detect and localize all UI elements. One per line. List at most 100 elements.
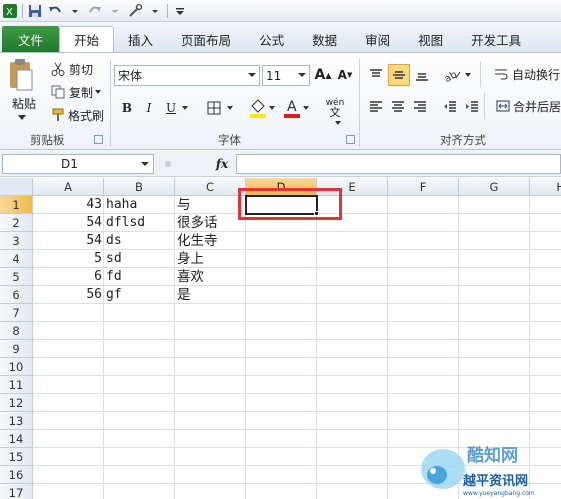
row-header-3[interactable]: 3	[0, 232, 33, 250]
merge-center-icon[interactable]	[494, 97, 512, 115]
fill-color-icon[interactable]	[248, 97, 268, 119]
column-header-f[interactable]: F	[388, 178, 459, 196]
row-header-2[interactable]: 2	[0, 214, 33, 232]
cell-b5[interactable]: fd	[106, 268, 174, 286]
font-name-dropdown[interactable]: 宋体	[114, 65, 260, 86]
align-middle-icon[interactable]	[388, 64, 410, 86]
align-bottom-icon[interactable]	[412, 65, 432, 85]
align-left-icon[interactable]	[366, 97, 386, 117]
row-header-5[interactable]: 5	[0, 268, 33, 286]
wrap-text-button[interactable]: 自动换行	[512, 65, 561, 83]
scissors-icon[interactable]	[50, 61, 66, 77]
chevron-down-icon[interactable]	[302, 103, 310, 113]
tab-view[interactable]: 视图	[404, 26, 457, 52]
cell-a4[interactable]: 5	[34, 250, 102, 268]
chevron-down-icon[interactable]	[226, 103, 234, 113]
copy-icon[interactable]	[50, 84, 66, 100]
font-color-icon[interactable]: A	[282, 97, 302, 119]
column-header-h[interactable]: H	[530, 178, 561, 196]
cell-c1[interactable]: 与	[177, 196, 245, 214]
formula-input[interactable]	[236, 154, 561, 174]
row-header-8[interactable]: 8	[0, 322, 33, 340]
cell-a6[interactable]: 56	[34, 286, 102, 304]
tools-icon[interactable]	[127, 3, 143, 19]
bold-button[interactable]: B	[118, 99, 136, 117]
tab-review[interactable]: 审阅	[351, 26, 404, 52]
cell-b4[interactable]: sd	[106, 250, 174, 268]
row-header-15[interactable]: 15	[0, 448, 33, 466]
tab-insert[interactable]: 插入	[114, 26, 167, 52]
chevron-down-icon[interactable]	[464, 71, 472, 79]
cell-b2[interactable]: dflsd	[106, 214, 174, 232]
paste-button[interactable]: 粘贴	[8, 95, 40, 111]
orientation-icon[interactable]: ab	[442, 65, 464, 85]
decrease-indent-icon[interactable]	[440, 97, 460, 117]
shrink-font-icon[interactable]: A ▼	[336, 66, 354, 84]
tab-formulas[interactable]: 公式	[245, 26, 298, 52]
row-header-9[interactable]: 9	[0, 340, 33, 358]
cell-c2[interactable]: 很多话	[177, 214, 245, 232]
row-header-4[interactable]: 4	[0, 250, 33, 268]
select-all-corner[interactable]	[0, 178, 33, 196]
column-header-a[interactable]: A	[33, 178, 104, 196]
formula-bar-resize-icon[interactable]	[160, 155, 176, 173]
row-header-17[interactable]: 17	[0, 484, 33, 499]
paste-icon[interactable]	[6, 57, 36, 95]
chevron-down-icon[interactable]	[181, 103, 189, 113]
tab-page-layout[interactable]: 页面布局	[167, 26, 245, 52]
format-painter-icon[interactable]	[50, 107, 66, 123]
row-header-7[interactable]: 7	[0, 304, 33, 322]
copy-button[interactable]: 复制	[66, 84, 96, 100]
chevron-down-icon[interactable]	[16, 113, 28, 123]
row-header-14[interactable]: 14	[0, 430, 33, 448]
cell-c6[interactable]: 是	[177, 286, 245, 304]
cell-b6[interactable]: gf	[106, 286, 174, 304]
chevron-down-icon[interactable]	[107, 3, 123, 19]
tab-file[interactable]: 文件	[2, 26, 60, 52]
cell-a3[interactable]: 54	[34, 232, 102, 250]
chevron-down-icon[interactable]	[141, 162, 149, 166]
align-right-icon[interactable]	[410, 97, 430, 117]
increase-indent-icon[interactable]	[462, 97, 482, 117]
underline-button[interactable]: U	[162, 99, 180, 117]
column-header-b[interactable]: B	[104, 178, 175, 196]
row-header-12[interactable]: 12	[0, 394, 33, 412]
align-top-icon[interactable]	[366, 65, 386, 85]
chevron-down-icon[interactable]	[94, 88, 102, 96]
cut-button[interactable]: 剪切	[66, 61, 96, 77]
merge-center-button[interactable]: 合并后居	[513, 97, 561, 115]
row-header-10[interactable]: 10	[0, 358, 33, 376]
cell-c3[interactable]: 化生寺	[177, 232, 245, 250]
save-icon[interactable]	[27, 3, 43, 19]
italic-button[interactable]: I	[140, 99, 158, 117]
align-center-icon[interactable]	[388, 97, 408, 117]
cell-a1[interactable]: 43	[34, 196, 102, 214]
format-painter-button[interactable]: 格式刷	[66, 107, 106, 123]
cell-c5[interactable]: 喜欢	[177, 268, 245, 286]
cell-c4[interactable]: 身上	[177, 250, 245, 268]
insert-function-button[interactable]: fx	[212, 155, 232, 173]
chevron-down-icon[interactable]	[298, 73, 306, 77]
column-header-g[interactable]: G	[459, 178, 530, 196]
column-header-c[interactable]: C	[175, 178, 246, 196]
fill-handle[interactable]	[314, 211, 319, 216]
tab-home[interactable]: 开始	[59, 26, 115, 52]
cell-b1[interactable]: haha	[106, 196, 174, 214]
spreadsheet-grid[interactable]: A B C D E F G H 1 2 3 4 5 6 7 8 9 10 11 …	[0, 178, 561, 499]
chevron-down-icon[interactable]	[268, 103, 276, 113]
customize-toolbar-icon[interactable]	[172, 3, 188, 19]
chevron-down-icon[interactable]	[147, 3, 163, 19]
row-header-6[interactable]: 6	[0, 286, 33, 304]
font-dialog-launcher[interactable]	[346, 135, 355, 144]
row-header-1[interactable]: 1	[0, 196, 33, 214]
redo-icon[interactable]	[87, 3, 103, 19]
chevron-down-icon[interactable]	[248, 73, 256, 77]
grow-font-icon[interactable]: A ▲	[314, 66, 332, 84]
cell-a2[interactable]: 54	[34, 214, 102, 232]
chevron-down-icon[interactable]	[334, 119, 342, 127]
cell-a5[interactable]: 6	[34, 268, 102, 286]
undo-icon[interactable]	[47, 3, 63, 19]
row-header-11[interactable]: 11	[0, 376, 33, 394]
row-header-16[interactable]: 16	[0, 466, 33, 484]
clipboard-dialog-launcher[interactable]	[94, 135, 103, 144]
